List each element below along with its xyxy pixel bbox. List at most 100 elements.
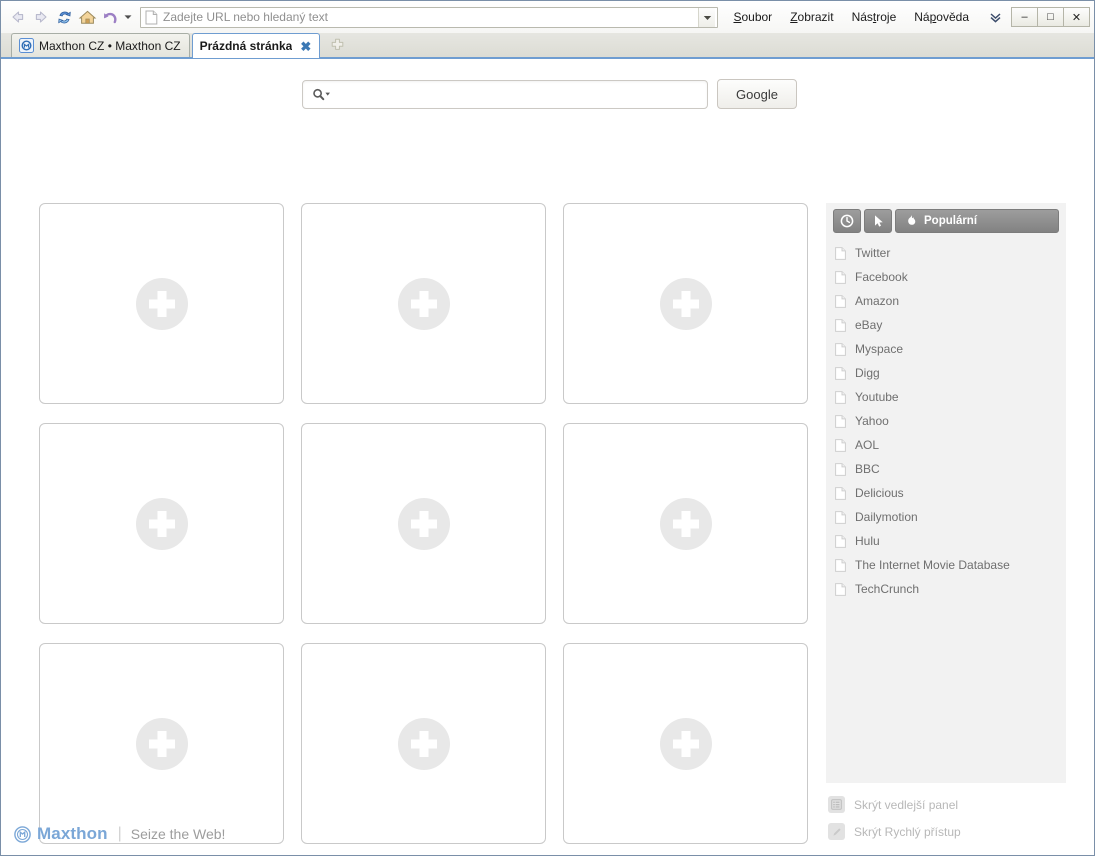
- tab-maxthon-cz[interactable]: Maxthon CZ • Maxthon CZ: [11, 33, 190, 57]
- pencil-icon: [828, 823, 845, 840]
- document-icon: [835, 583, 847, 596]
- speed-dial-grid: [39, 203, 808, 844]
- home-icon[interactable]: [76, 6, 98, 28]
- list-item[interactable]: AOL: [835, 433, 1066, 457]
- tab-prazdna-stranka[interactable]: Prázdná stránka ✖: [192, 33, 321, 58]
- plus-icon: [136, 718, 188, 770]
- tab-close-icon[interactable]: ✖: [300, 40, 311, 53]
- list-item-label: BBC: [855, 462, 880, 476]
- browser-window: Zadejte URL nebo hledaný text Soubor Zob…: [0, 0, 1095, 856]
- document-icon: [835, 247, 847, 260]
- plus-icon: [660, 498, 712, 550]
- maxthon-favicon-icon: [19, 38, 34, 53]
- action-label: Skrýt vedlejší panel: [854, 798, 958, 812]
- cursor-icon: [872, 214, 885, 228]
- undo-dropdown-caret-icon[interactable]: [122, 6, 134, 28]
- search-input[interactable]: [335, 86, 707, 102]
- document-icon: [835, 463, 847, 476]
- speed-dial-tile[interactable]: [563, 423, 808, 624]
- speed-dial-tile[interactable]: [39, 643, 284, 844]
- list-item[interactable]: Twitter: [835, 241, 1066, 265]
- menu-soubor[interactable]: Soubor: [724, 7, 781, 27]
- document-icon: [835, 343, 847, 356]
- hide-quick-access-button[interactable]: Skrýt Rychlý přístup: [828, 819, 1078, 844]
- address-bar-dropdown-icon[interactable]: [698, 8, 715, 27]
- speed-dial-tile[interactable]: [39, 423, 284, 624]
- list-item-label: Twitter: [855, 246, 890, 260]
- side-tab-popular[interactable]: Populární: [895, 209, 1059, 233]
- speed-dial-tile[interactable]: [563, 203, 808, 404]
- plus-icon: [398, 278, 450, 330]
- side-panel: Populární Twitter Facebook: [826, 203, 1066, 783]
- brand-tagline: Seize the Web!: [131, 826, 226, 842]
- list-item[interactable]: Hulu: [835, 529, 1066, 553]
- clock-icon: [840, 214, 854, 228]
- address-bar[interactable]: Zadejte URL nebo hledaný text: [140, 7, 718, 28]
- list-item-label: Dailymotion: [855, 510, 918, 524]
- forward-icon[interactable]: [30, 6, 52, 28]
- list-item[interactable]: Facebook: [835, 265, 1066, 289]
- plus-icon: [136, 498, 188, 550]
- refresh-icon[interactable]: [53, 6, 75, 28]
- list-item[interactable]: TechCrunch: [835, 577, 1066, 601]
- new-tab-button[interactable]: [326, 34, 348, 56]
- speed-dial-tile[interactable]: [301, 423, 546, 624]
- document-icon: [835, 535, 847, 548]
- menu-bar: Soubor Zobrazit Nástroje Nápověda: [724, 7, 978, 27]
- list-item[interactable]: BBC: [835, 457, 1066, 481]
- document-icon: [835, 415, 847, 428]
- speed-dial-tile[interactable]: [301, 643, 546, 844]
- menu-nastroje[interactable]: Nástroje: [843, 7, 906, 27]
- brand-name: Maxthon: [37, 824, 108, 844]
- document-icon: [835, 559, 847, 572]
- google-search-button[interactable]: Google: [717, 79, 797, 109]
- list-item-label: Amazon: [855, 294, 899, 308]
- close-button[interactable]: ✕: [1063, 7, 1090, 27]
- document-icon: [835, 295, 847, 308]
- document-icon: [835, 487, 847, 500]
- document-icon: [835, 271, 847, 284]
- back-icon[interactable]: [7, 6, 29, 28]
- plus-icon: [398, 718, 450, 770]
- side-tab-label: Populární: [924, 215, 977, 227]
- list-item[interactable]: Amazon: [835, 289, 1066, 313]
- plus-icon: [660, 718, 712, 770]
- menu-zobrazit[interactable]: Zobrazit: [781, 7, 842, 27]
- list-item[interactable]: eBay: [835, 313, 1066, 337]
- brand-separator: |: [118, 825, 122, 843]
- menu-napoveda[interactable]: Nápověda: [905, 7, 978, 27]
- list-item-label: Yahoo: [855, 414, 889, 428]
- speed-dial-tile[interactable]: [301, 203, 546, 404]
- list-item-label: Facebook: [855, 270, 908, 284]
- list-item-label: AOL: [855, 438, 879, 452]
- hide-side-panel-button[interactable]: Skrýt vedlejší panel: [828, 792, 1078, 817]
- list-item[interactable]: Myspace: [835, 337, 1066, 361]
- address-bar-text[interactable]: Zadejte URL nebo hledaný text: [163, 10, 698, 24]
- list-item[interactable]: Youtube: [835, 385, 1066, 409]
- side-tab-cursor[interactable]: [864, 209, 892, 233]
- list-item-label: Youtube: [855, 390, 899, 404]
- side-panel-tabs: Populární: [826, 203, 1066, 233]
- list-item[interactable]: The Internet Movie Database: [835, 553, 1066, 577]
- search-box[interactable]: [302, 80, 708, 109]
- plus-icon: [398, 498, 450, 550]
- side-tab-history[interactable]: [833, 209, 861, 233]
- speed-dial-tile[interactable]: [563, 643, 808, 844]
- search-icon[interactable]: [312, 88, 331, 101]
- list-item-label: Hulu: [855, 534, 880, 548]
- minimize-button[interactable]: –: [1011, 7, 1038, 27]
- list-item-label: eBay: [855, 318, 882, 332]
- list-item[interactable]: Yahoo: [835, 409, 1066, 433]
- side-panel-actions: Skrýt vedlejší panel Skrýt Rychlý přístu…: [828, 792, 1078, 846]
- chevron-double-down-icon[interactable]: [984, 6, 1006, 28]
- speed-dial-tile[interactable]: [39, 203, 284, 404]
- plus-icon: [660, 278, 712, 330]
- search-row: Google: [302, 79, 797, 109]
- undo-icon[interactable]: [99, 6, 121, 28]
- list-item[interactable]: Delicious: [835, 481, 1066, 505]
- list-item[interactable]: Digg: [835, 361, 1066, 385]
- popular-sites-list: Twitter Facebook Amazon: [826, 241, 1066, 601]
- plus-icon: [136, 278, 188, 330]
- maximize-button[interactable]: □: [1037, 7, 1064, 27]
- list-item[interactable]: Dailymotion: [835, 505, 1066, 529]
